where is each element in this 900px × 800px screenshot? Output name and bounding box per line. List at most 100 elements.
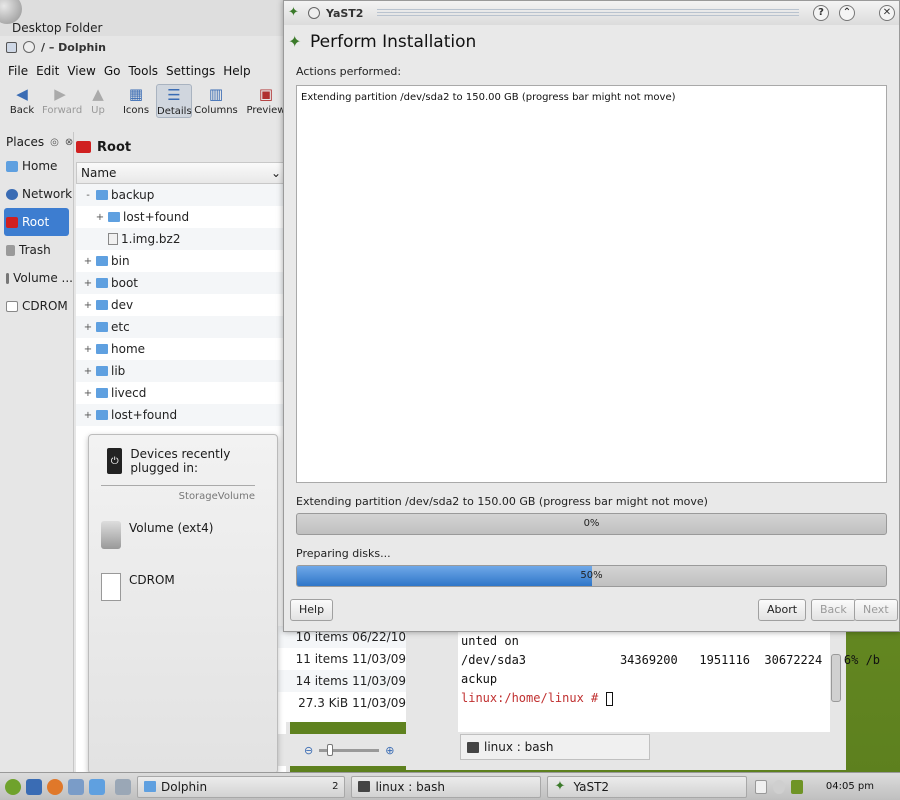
window-menu-icon[interactable] bbox=[23, 41, 35, 53]
zoom-in-icon[interactable]: ⊕ bbox=[385, 744, 394, 757]
preview-button[interactable]: ▣ Preview bbox=[244, 84, 288, 116]
expand-toggle-icon[interactable]: - bbox=[80, 190, 96, 201]
name-column-header[interactable]: Name ⌄ bbox=[76, 162, 286, 184]
device-item-volume[interactable]: Volume (ext4) bbox=[101, 521, 213, 549]
device-item-cdrom[interactable]: CDROM bbox=[101, 573, 175, 601]
menu-settings[interactable]: Settings bbox=[162, 64, 219, 78]
menu-edit[interactable]: Edit bbox=[32, 64, 63, 78]
zoom-slider-thumb[interactable] bbox=[327, 743, 334, 756]
file-row[interactable]: + lost+found bbox=[76, 206, 286, 228]
next-button[interactable]: Next bbox=[854, 599, 898, 621]
menu-view[interactable]: View bbox=[63, 64, 99, 78]
task-dolphin[interactable]: Dolphin 2 bbox=[137, 775, 346, 798]
terminal-tab[interactable]: linux : bash bbox=[460, 734, 650, 760]
expand-toggle-icon[interactable]: + bbox=[80, 366, 96, 377]
columns-view-button[interactable]: ▥ Columns bbox=[194, 84, 238, 116]
places-title: Places bbox=[6, 135, 45, 149]
terminal-scrollbar[interactable] bbox=[830, 632, 842, 732]
pager-icon[interactable] bbox=[115, 778, 131, 795]
folder-icon bbox=[96, 190, 108, 200]
close-icon[interactable]: ✕ bbox=[879, 5, 895, 21]
file-manager-icon[interactable] bbox=[26, 778, 42, 795]
file-row[interactable]: + lost+found bbox=[76, 404, 286, 426]
float-panel-icon[interactable]: ◎ bbox=[50, 137, 59, 148]
menu-tools[interactable]: Tools bbox=[124, 64, 162, 78]
file-date: 06/22/10 bbox=[352, 630, 406, 644]
back-button[interactable]: Back bbox=[811, 599, 856, 621]
total-progress-label: Preparing disks... bbox=[296, 547, 391, 560]
file-row[interactable]: + boot bbox=[76, 272, 286, 294]
actions-log-entry: Extending partition /dev/sda2 to 150.00 … bbox=[301, 92, 676, 103]
save-icon[interactable] bbox=[89, 778, 105, 795]
network-icon[interactable] bbox=[791, 779, 804, 794]
expand-toggle-icon[interactable]: + bbox=[80, 344, 96, 355]
task-yast[interactable]: ✦ YaST2 bbox=[547, 775, 748, 798]
app-launcher-icon[interactable] bbox=[5, 778, 21, 795]
file-row[interactable]: + etc bbox=[76, 316, 286, 338]
file-row[interactable]: 1.img.bz2 bbox=[76, 228, 286, 250]
expand-toggle-icon[interactable]: + bbox=[80, 256, 96, 267]
firefox-icon[interactable] bbox=[47, 778, 63, 795]
details-row[interactable]: 11 items 11/03/09 bbox=[278, 648, 406, 670]
abort-button[interactable]: Abort bbox=[758, 599, 807, 621]
device-notifier-popup: ⏻ Devices recently plugged in: StorageVo… bbox=[88, 434, 278, 774]
trash-icon bbox=[6, 244, 15, 256]
up-button[interactable]: ▲ Up bbox=[80, 84, 116, 116]
icons-view-button[interactable]: ▦ Icons bbox=[118, 84, 154, 116]
expand-toggle-icon[interactable]: + bbox=[80, 300, 96, 311]
expand-toggle-icon[interactable]: + bbox=[80, 388, 96, 399]
file-row[interactable]: - backup bbox=[76, 184, 286, 206]
device-notifier-icon[interactable] bbox=[773, 779, 786, 794]
file-row[interactable]: + livecd bbox=[76, 382, 286, 404]
folder-icon bbox=[96, 344, 108, 354]
menu-file[interactable]: File bbox=[4, 64, 32, 78]
expand-toggle-icon[interactable]: + bbox=[80, 410, 96, 421]
trash-icon[interactable] bbox=[68, 778, 84, 795]
clock[interactable]: 04:05 pm bbox=[826, 781, 874, 792]
places-item-trash[interactable]: Trash bbox=[0, 236, 73, 264]
task-terminal[interactable]: linux : bash bbox=[351, 775, 542, 798]
clipboard-icon[interactable] bbox=[755, 779, 768, 794]
actions-log[interactable]: Extending partition /dev/sda2 to 150.00 … bbox=[296, 85, 887, 483]
titlebar-grip bbox=[377, 8, 799, 18]
terminal-scrollbar-thumb[interactable] bbox=[831, 654, 841, 702]
help-window-icon[interactable]: ? bbox=[813, 5, 829, 21]
places-item-cdrom[interactable]: CDROM bbox=[0, 292, 73, 320]
terminal-output[interactable]: unted on /dev/sda3 34369200 1951116 3067… bbox=[458, 632, 880, 732]
file-row[interactable]: + lib bbox=[76, 360, 286, 382]
forward-button[interactable]: ▶ Forward bbox=[42, 84, 82, 116]
help-button[interactable]: Help bbox=[290, 599, 334, 621]
details-row[interactable]: 14 items 11/03/09 bbox=[278, 670, 406, 692]
file-row[interactable]: + dev bbox=[76, 294, 286, 316]
file-row[interactable]: + bin bbox=[76, 250, 286, 272]
yast-app-icon[interactable]: ✦ bbox=[288, 6, 302, 20]
close-panel-icon[interactable]: ⊗ bbox=[65, 137, 73, 148]
file-name: lost+found bbox=[111, 408, 178, 422]
expand-toggle-icon[interactable]: + bbox=[80, 278, 96, 289]
back-button[interactable]: ◀ Back bbox=[4, 84, 40, 116]
places-item-volume[interactable]: Volume ... bbox=[0, 264, 73, 292]
expand-toggle-icon[interactable]: + bbox=[80, 322, 96, 333]
dolphin-app-icon[interactable] bbox=[6, 41, 17, 53]
maximize-icon[interactable]: ⌃ bbox=[839, 5, 855, 21]
location-bar[interactable]: Root bbox=[76, 132, 286, 162]
menu-go[interactable]: Go bbox=[100, 64, 125, 78]
columns-view-icon: ▥ bbox=[208, 85, 224, 103]
places-item-root[interactable]: Root bbox=[4, 208, 69, 236]
yast-titlebar[interactable]: ✦ YaST2 ? ⌃ ✕ bbox=[284, 1, 899, 25]
places-item-home[interactable]: Home bbox=[0, 152, 73, 180]
file-row[interactable]: + home bbox=[76, 338, 286, 360]
places-item-network[interactable]: Network bbox=[0, 180, 73, 208]
details-view-button[interactable]: ☰ Details bbox=[156, 84, 192, 118]
zoom-slider[interactable] bbox=[319, 743, 380, 756]
task-label: linux : bash bbox=[375, 779, 445, 794]
zoom-out-icon[interactable]: ⊖ bbox=[304, 744, 313, 757]
window-menu-icon[interactable] bbox=[308, 7, 320, 19]
chevron-down-icon[interactable]: ⌄ bbox=[271, 166, 281, 180]
details-row[interactable]: 27.3 KiB 11/03/09 bbox=[278, 692, 406, 714]
places-item-label: Volume ... bbox=[13, 271, 73, 285]
expand-toggle-icon[interactable]: + bbox=[92, 212, 108, 223]
dolphin-titlebar[interactable]: / – Dolphin bbox=[0, 36, 290, 58]
menu-help[interactable]: Help bbox=[219, 64, 254, 78]
terminal-tab-label: linux : bash bbox=[484, 740, 554, 754]
